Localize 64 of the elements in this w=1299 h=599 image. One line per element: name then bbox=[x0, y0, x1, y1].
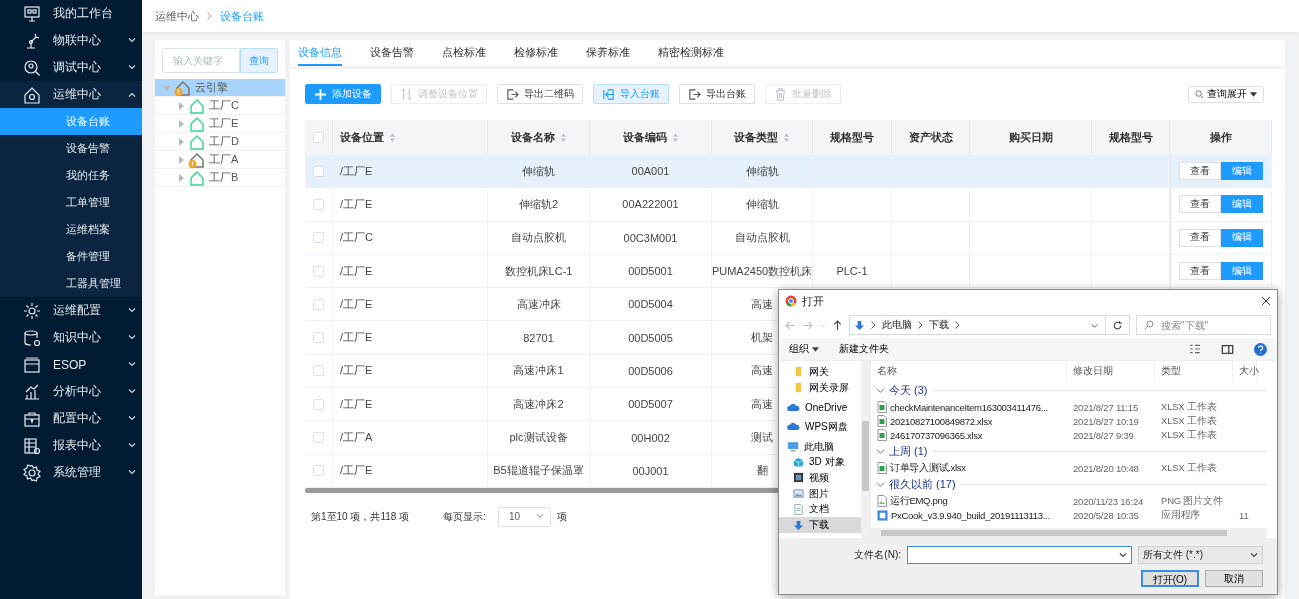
table-cell: 00H002 bbox=[631, 431, 670, 444]
table-cell: 测试 bbox=[751, 430, 773, 445]
table-cell: 伸缩轨 bbox=[522, 163, 555, 179]
file-size: 11 bbox=[1239, 509, 1249, 521]
dialog-title: 打开 bbox=[802, 293, 825, 309]
table-cell: /工厂E bbox=[340, 463, 373, 479]
table-cell: 00D5001 bbox=[628, 265, 673, 278]
file-type: XLSX 工作表 bbox=[1161, 428, 1217, 442]
table-cell: 高速 bbox=[751, 396, 773, 412]
table-cell: 高速冲床 bbox=[516, 296, 561, 312]
table-cell: 高速冲床1 bbox=[513, 363, 564, 379]
table-cell: 高速 bbox=[751, 296, 773, 312]
table-cell: 伸缩轨 bbox=[745, 196, 779, 212]
table-cell: /工厂E bbox=[340, 196, 373, 212]
table-cell: 高速冲床2 bbox=[513, 396, 564, 412]
table-cell: 翻 bbox=[756, 463, 768, 479]
column-header: 规格型号 bbox=[830, 130, 874, 145]
file-type: PNG 图片文件 bbox=[1161, 494, 1223, 508]
table-cell: 00D5007 bbox=[628, 398, 673, 411]
field-label: 文件名(N): bbox=[854, 548, 901, 562]
file-date: 2021/8/20 10:48 bbox=[1073, 462, 1139, 474]
table-cell: /工厂C bbox=[340, 230, 373, 246]
file-date: 2020/11/23 16:24 bbox=[1073, 495, 1144, 507]
file-type: XLSX 工作表 bbox=[1161, 461, 1217, 475]
table-cell: PLC-1 bbox=[836, 265, 868, 278]
table-cell: /工厂E bbox=[340, 396, 373, 412]
pagination-summary: 第1至10 项，共118 项 bbox=[311, 509, 410, 524]
table-cell: 伸缩轨 bbox=[745, 163, 779, 179]
table-cell: 00D5004 bbox=[628, 298, 673, 311]
table-cell: 数控机床LC-1 bbox=[504, 263, 573, 279]
column-header: 购买日期 bbox=[1008, 130, 1053, 145]
table-cell: /工厂E bbox=[340, 163, 373, 179]
table-cell: 自动点胶机 bbox=[511, 230, 566, 246]
table-cell: 伸缩轨2 bbox=[518, 196, 559, 212]
table-cell: 82701 bbox=[523, 331, 554, 344]
page-size-unit: 项 bbox=[556, 509, 567, 524]
table-cell: 机架 bbox=[751, 330, 773, 346]
table-cell: /工厂A bbox=[340, 430, 373, 445]
table-cell: /工厂E bbox=[340, 296, 373, 312]
column-header: 规格型号 bbox=[1108, 130, 1153, 145]
table-cell: 00A222001 bbox=[622, 198, 679, 211]
page-size-label: 每页显示: bbox=[443, 509, 486, 524]
file-type: 应用程序 bbox=[1161, 508, 1201, 522]
file-date: 2021/8/27 9:39 bbox=[1073, 429, 1134, 441]
column-header: 操作 bbox=[1209, 130, 1232, 145]
table-cell: plc测试设备 bbox=[509, 430, 568, 445]
table-cell: 高速 bbox=[751, 363, 773, 379]
file-type: XLSX 工作表 bbox=[1161, 400, 1217, 414]
file-date: 2021/8/27 11:15 bbox=[1073, 401, 1138, 413]
file-type: XLSX 工作表 bbox=[1161, 414, 1217, 428]
column-header: 资产状态 bbox=[908, 130, 953, 145]
table-cell: /工厂E bbox=[340, 330, 373, 346]
table-cell: 00A001 bbox=[631, 165, 670, 178]
table-cell: /工厂E bbox=[340, 263, 373, 279]
table-cell: 00D5005 bbox=[628, 331, 673, 344]
table-cell: PUMA2450数控机床 bbox=[711, 263, 813, 279]
table-cell: 00D5006 bbox=[628, 364, 673, 377]
table-cell: 自动点胶机 bbox=[734, 230, 790, 246]
file-date: 2020/5/28 10:35 bbox=[1073, 509, 1139, 521]
table-cell: B5辊道辊子保温罩 bbox=[493, 463, 584, 479]
table-cell: /工厂E bbox=[340, 363, 373, 379]
table-cell: 00J001 bbox=[632, 464, 669, 477]
table-cell: 00C3M001 bbox=[623, 231, 678, 244]
file-date: 2021/8/27 10:19 bbox=[1073, 415, 1139, 427]
